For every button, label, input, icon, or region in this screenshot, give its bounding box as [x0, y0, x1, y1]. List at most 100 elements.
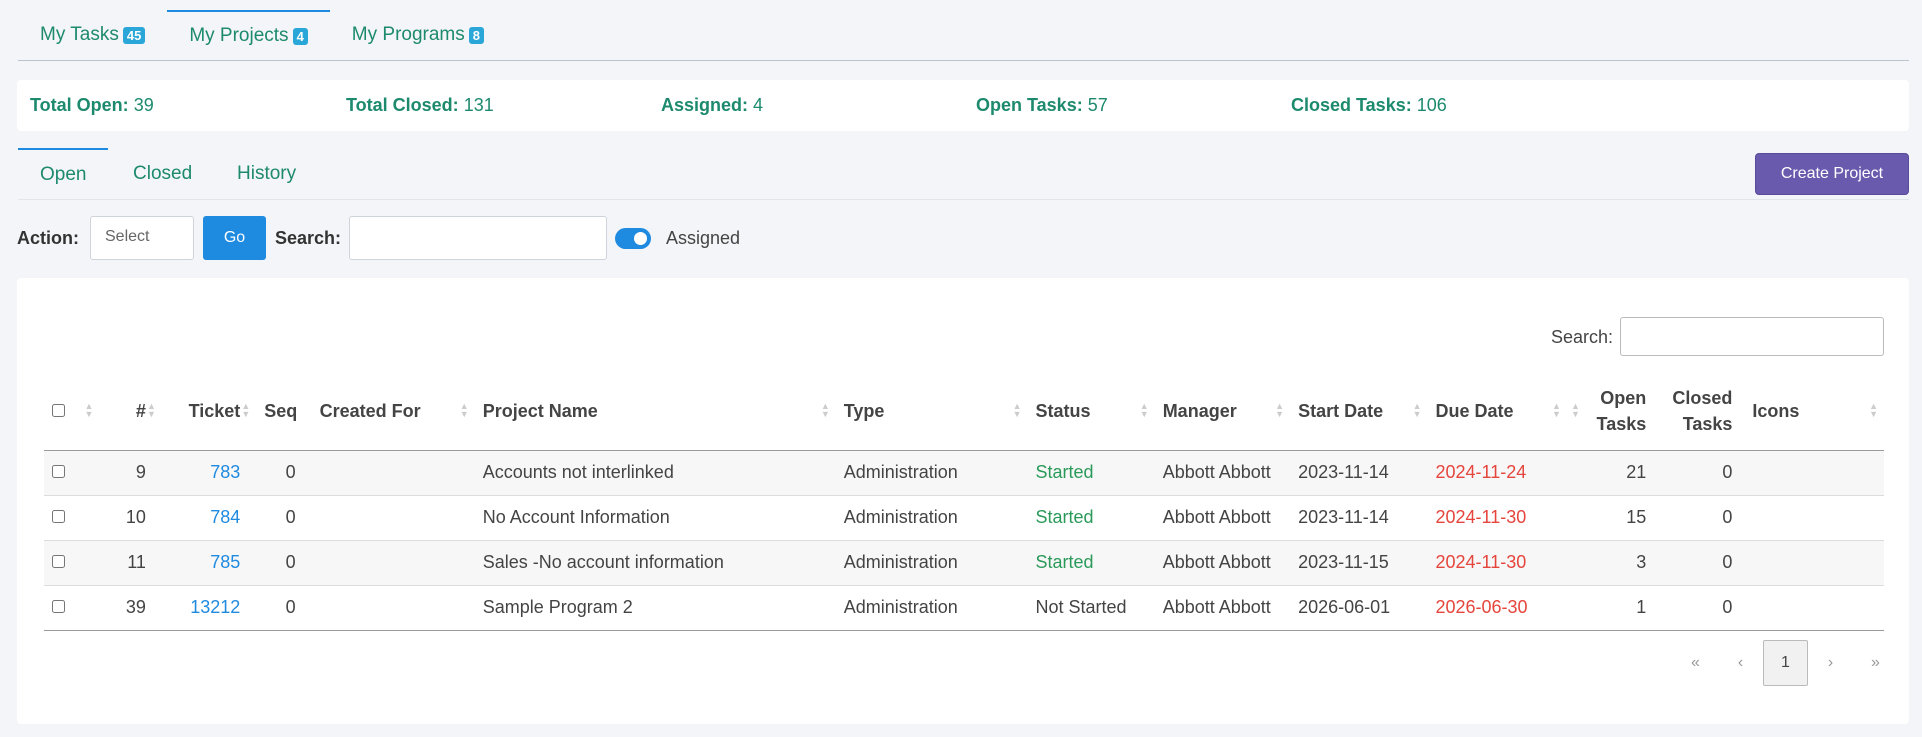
last-page-button[interactable]: »	[1853, 640, 1898, 686]
action-select[interactable]: Select	[90, 216, 194, 260]
next-page-button[interactable]: ›	[1808, 640, 1853, 686]
select-all-header: ▲ ▼	[44, 372, 100, 451]
table-row: 39 13212 0 Sample Program 2 Administrati…	[44, 585, 1884, 631]
sort-icon[interactable]: ▲ ▼	[1275, 402, 1284, 419]
sort-icon[interactable]: ▲ ▼	[1413, 402, 1422, 419]
col-due-date[interactable]: Due Date ▲ ▼	[1427, 372, 1567, 451]
sort-icon[interactable]: ▲ ▼	[1571, 402, 1580, 419]
start-date-cell: 2023-11-14	[1290, 450, 1428, 496]
ticket-link[interactable]: 785	[161, 540, 257, 586]
projects-table-card: Search: ▲ ▼ # ▲ ▼ Ticket ▲ ▼ Seq Created For ▲…	[17, 278, 1909, 724]
project-name-cell: Accounts not interlinked	[474, 450, 836, 496]
type-cell: Administration	[835, 540, 1028, 586]
seq-cell: 0	[256, 585, 312, 631]
stat-assigned: Assigned: 4	[661, 95, 764, 115]
col-seq[interactable]: Seq	[256, 372, 312, 451]
closed-tasks-cell: 0	[1658, 585, 1745, 631]
stat-total-closed: Total Closed: 131	[346, 95, 494, 115]
start-date-cell: 2023-11-15	[1290, 540, 1428, 586]
row-checkbox-cell	[44, 540, 100, 586]
tab-my-projects[interactable]: My Projects 4	[167, 10, 330, 60]
row-number: 39	[99, 585, 162, 631]
row-number: 10	[99, 495, 162, 541]
action-toolbar: Action: Select Go Search: Assigned	[17, 216, 917, 261]
open-tasks-cell: 15	[1566, 495, 1659, 541]
manager-cell: Abbott Abbott	[1154, 495, 1291, 541]
icons-cell	[1744, 495, 1884, 541]
ticket-link[interactable]: 13212	[161, 585, 257, 631]
project-name-cell: Sample Program 2	[474, 585, 836, 631]
col-icons[interactable]: Icons ▲ ▼	[1744, 372, 1884, 451]
icons-cell	[1744, 585, 1884, 631]
status-cell: Started	[1027, 540, 1155, 586]
col-status[interactable]: Status ▲ ▼	[1027, 372, 1155, 451]
manager-cell: Abbott Abbott	[1154, 585, 1291, 631]
ticket-link[interactable]: 783	[161, 450, 257, 496]
tab-my-tasks[interactable]: My Tasks 45	[18, 10, 167, 60]
table-row: 10 784 0 No Account Information Administ…	[44, 495, 1884, 541]
row-number: 11	[99, 540, 162, 586]
row-checkbox[interactable]	[52, 510, 65, 523]
sort-icon[interactable]: ▲ ▼	[821, 402, 830, 419]
due-date-cell: 2024-11-30	[1427, 540, 1567, 586]
created-for-cell	[311, 495, 475, 541]
col-number[interactable]: # ▲ ▼	[99, 372, 162, 451]
go-button[interactable]: Go	[203, 216, 266, 260]
row-checkbox[interactable]	[52, 600, 65, 613]
col-manager[interactable]: Manager ▲ ▼	[1154, 372, 1291, 451]
status-tab-bar: Open Closed History Create Project	[18, 148, 1909, 200]
first-page-button[interactable]: «	[1673, 640, 1718, 686]
pagination: « ‹ 1 › »	[1673, 640, 1898, 686]
prev-page-button[interactable]: ‹	[1718, 640, 1763, 686]
sort-icon[interactable]: ▲ ▼	[1552, 402, 1561, 419]
sort-icon[interactable]: ▲ ▼	[147, 402, 156, 419]
tab-open[interactable]: Open	[18, 148, 109, 199]
table-search-input[interactable]	[1620, 317, 1884, 356]
sort-icon[interactable]: ▲ ▼	[1140, 402, 1149, 419]
assigned-toggle[interactable]	[615, 228, 651, 249]
created-for-cell	[311, 540, 475, 586]
seq-cell: 0	[256, 540, 312, 586]
sort-icon[interactable]: ▲ ▼	[1013, 402, 1022, 419]
page-button-current[interactable]: 1	[1763, 640, 1808, 686]
row-checkbox[interactable]	[52, 555, 65, 568]
col-created-for[interactable]: Created For ▲ ▼	[311, 372, 475, 451]
top-tab-bar: My Tasks 45 My Projects 4 My Programs 8	[18, 10, 1909, 61]
ticket-link[interactable]: 784	[161, 495, 257, 541]
select-all-checkbox[interactable]	[52, 403, 65, 417]
row-number: 9	[99, 450, 162, 496]
icons-cell	[1744, 450, 1884, 496]
open-tasks-cell: 1	[1566, 585, 1659, 631]
col-start-date[interactable]: Start Date ▲ ▼	[1290, 372, 1428, 451]
sort-icon[interactable]: ▲ ▼	[84, 402, 93, 419]
count-badge: 8	[468, 26, 484, 44]
project-name-cell: Sales -No account information	[474, 540, 836, 586]
search-label: Search:	[275, 228, 342, 248]
sort-icon[interactable]: ▲ ▼	[460, 402, 469, 419]
start-date-cell: 2026-06-01	[1290, 585, 1428, 631]
create-project-button[interactable]: Create Project	[1755, 153, 1909, 195]
tab-label: My Projects	[189, 25, 289, 46]
sort-icon[interactable]: ▲ ▼	[241, 402, 250, 419]
row-checkbox[interactable]	[52, 465, 65, 478]
col-project-name[interactable]: Project Name ▲ ▼	[474, 372, 836, 451]
tab-closed[interactable]: Closed	[133, 148, 192, 199]
tab-history[interactable]: History	[237, 148, 296, 199]
type-cell: Administration	[835, 495, 1028, 541]
sort-icon[interactable]: ▲ ▼	[1869, 402, 1878, 419]
row-checkbox-cell	[44, 585, 100, 631]
search-input[interactable]	[349, 216, 607, 260]
start-date-cell: 2023-11-14	[1290, 495, 1428, 541]
assigned-label: Assigned	[666, 228, 741, 248]
col-ticket[interactable]: Ticket ▲ ▼	[161, 372, 257, 451]
closed-tasks-cell: 0	[1658, 450, 1745, 496]
stat-total-open: Total Open: 39	[30, 95, 154, 115]
count-badge: 4	[292, 27, 308, 45]
tab-my-programs[interactable]: My Programs 8	[330, 10, 506, 60]
open-tasks-cell: 3	[1566, 540, 1659, 586]
col-type[interactable]: Type ▲ ▼	[835, 372, 1028, 451]
col-closed-tasks[interactable]: Closed Tasks	[1658, 372, 1745, 451]
tab-label: My Programs	[351, 24, 465, 45]
tab-label: My Tasks	[40, 24, 119, 45]
col-open-tasks[interactable]: Open Tasks ▲ ▼	[1566, 372, 1659, 451]
